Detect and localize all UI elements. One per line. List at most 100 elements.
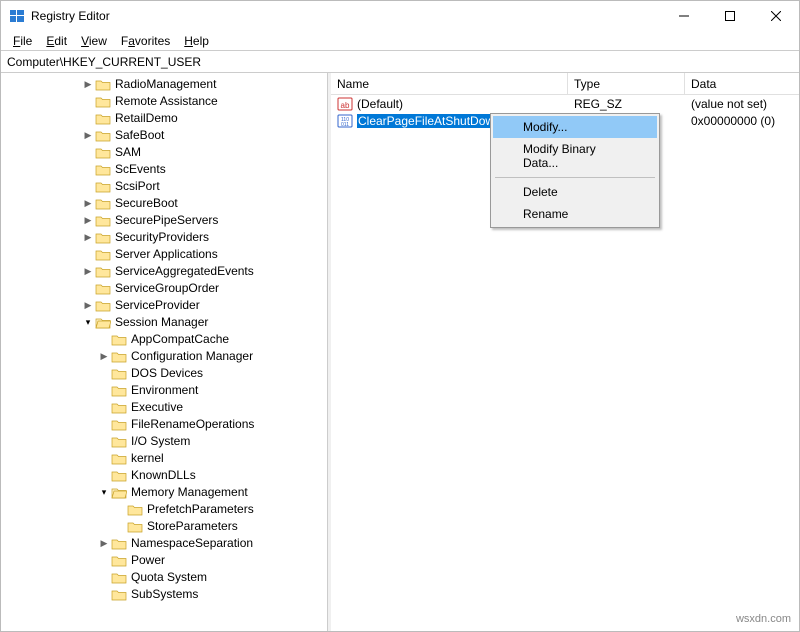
maximize-button[interactable] (707, 1, 753, 31)
folder-icon (111, 417, 127, 433)
tree-item[interactable]: ▶SecureBoot (1, 195, 327, 212)
value-row[interactable]: (Default)REG_SZ(value not set) (331, 95, 799, 112)
value-data-cell: 0x00000000 (0) (685, 114, 799, 128)
tree-item[interactable]: SAM (1, 144, 327, 161)
folder-open-icon (95, 315, 111, 331)
folder-icon (95, 111, 111, 127)
no-expand-icon (81, 248, 95, 262)
menu-help[interactable]: Help (178, 33, 215, 49)
tree-item-label: FileRenameOperations (131, 416, 254, 433)
tree-item[interactable]: KnownDLLs (1, 467, 327, 484)
address-bar[interactable]: Computer\HKEY_CURRENT_USER (1, 51, 799, 73)
tree-item-label: ServiceProvider (115, 297, 200, 314)
tree-item[interactable]: ▶ ServiceAggregatedEvents (1, 263, 327, 280)
expand-icon[interactable]: ▶ (81, 214, 95, 228)
column-header-data[interactable]: Data (685, 73, 799, 94)
ctx-rename[interactable]: Rename (493, 203, 657, 225)
ctx-delete[interactable]: Delete (493, 181, 657, 203)
menu-edit[interactable]: Edit (40, 33, 73, 49)
expand-icon[interactable]: ▶ (81, 265, 95, 279)
tree-item-label: Quota System (131, 569, 207, 586)
window-controls (661, 1, 799, 31)
values-header: Name Type Data (331, 73, 799, 95)
folder-icon (95, 77, 111, 93)
no-expand-icon (97, 554, 111, 568)
tree-pane[interactable]: ▶RadioManagementRemote AssistanceRetailD… (1, 73, 328, 631)
tree-item[interactable]: FileRenameOperations (1, 416, 327, 433)
folder-icon (127, 519, 143, 535)
folder-icon (111, 349, 127, 365)
tree-item[interactable]: ▾ Memory Management (1, 484, 327, 501)
menu-file[interactable]: File (7, 33, 38, 49)
tree-item-label: ScEvents (115, 161, 166, 178)
menu-favorites[interactable]: Favorites (115, 33, 176, 49)
folder-icon (111, 332, 127, 348)
tree-item[interactable]: Executive (1, 399, 327, 416)
tree-item-label: Server Applications (115, 246, 218, 263)
tree-item-label: Environment (131, 382, 198, 399)
tree-item[interactable]: ▶ ServiceProvider (1, 297, 327, 314)
close-button[interactable] (753, 1, 799, 31)
column-header-type[interactable]: Type (568, 73, 685, 94)
tree-item[interactable]: ScEvents (1, 161, 327, 178)
tree-item[interactable]: StoreParameters (1, 518, 327, 535)
tree-item[interactable]: Server Applications (1, 246, 327, 263)
tree-item[interactable]: ▾ Session Manager (1, 314, 327, 331)
folder-icon (95, 94, 111, 110)
expand-icon[interactable]: ▶ (81, 197, 95, 211)
tree-item[interactable]: AppCompatCache (1, 331, 327, 348)
values-pane[interactable]: Name Type Data (Default)REG_SZ(value not… (331, 73, 799, 631)
tree-item-label: Session Manager (115, 314, 208, 331)
value-name-cell: (Default) (331, 96, 568, 112)
folder-icon (95, 298, 111, 314)
tree-item[interactable]: DOS Devices (1, 365, 327, 382)
tree-item[interactable]: ▶SecurePipeServers (1, 212, 327, 229)
collapse-icon[interactable]: ▾ (81, 316, 95, 330)
tree-item[interactable]: SubSystems (1, 586, 327, 603)
expand-icon[interactable]: ▶ (81, 299, 95, 313)
tree-item[interactable]: ▶SecurityProviders (1, 229, 327, 246)
string-value-icon (337, 96, 353, 112)
collapse-icon[interactable]: ▾ (97, 486, 111, 500)
tree-item-label: ServiceAggregatedEvents (115, 263, 254, 280)
no-expand-icon (97, 435, 111, 449)
tree-item[interactable]: ▶SafeBoot (1, 127, 327, 144)
folder-icon (111, 587, 127, 603)
ctx-modify[interactable]: Modify... (493, 116, 657, 138)
tree-item[interactable]: Quota System (1, 569, 327, 586)
tree-item[interactable]: ScsiPort (1, 178, 327, 195)
tree-item[interactable]: RetailDemo (1, 110, 327, 127)
menu-view[interactable]: View (75, 33, 113, 49)
window-title: Registry Editor (31, 9, 110, 23)
ctx-modify-binary[interactable]: Modify Binary Data... (493, 138, 657, 174)
expand-icon[interactable]: ▶ (81, 231, 95, 245)
no-expand-icon (97, 384, 111, 398)
tree-item[interactable]: ▶RadioManagement (1, 76, 327, 93)
expand-icon[interactable]: ▶ (81, 78, 95, 92)
tree-item[interactable]: Environment (1, 382, 327, 399)
folder-icon (111, 536, 127, 552)
tree-item[interactable]: Power (1, 552, 327, 569)
folder-icon (95, 213, 111, 229)
tree-item[interactable]: PrefetchParameters (1, 501, 327, 518)
expand-icon[interactable]: ▶ (81, 129, 95, 143)
tree-item-label: Memory Management (131, 484, 248, 501)
column-header-name[interactable]: Name (331, 73, 568, 94)
tree-item[interactable]: Remote Assistance (1, 93, 327, 110)
expand-icon[interactable]: ▶ (97, 537, 111, 551)
minimize-button[interactable] (661, 1, 707, 31)
tree-item[interactable]: ▶Configuration Manager (1, 348, 327, 365)
expand-icon[interactable]: ▶ (97, 350, 111, 364)
context-menu: Modify... Modify Binary Data... Delete R… (490, 113, 660, 228)
watermark: wsxdn.com (736, 613, 791, 625)
tree-item[interactable]: kernel (1, 450, 327, 467)
tree-item-label: KnownDLLs (131, 467, 196, 484)
tree-item[interactable]: ServiceGroupOrder (1, 280, 327, 297)
content-area: ▶RadioManagementRemote AssistanceRetailD… (1, 73, 799, 631)
tree-item[interactable]: ▶NamespaceSeparation (1, 535, 327, 552)
folder-icon (95, 230, 111, 246)
folder-icon (111, 553, 127, 569)
tree-item[interactable]: I/O System (1, 433, 327, 450)
value-name-label: ClearPageFileAtShutDown (357, 114, 502, 128)
value-name-label: (Default) (357, 97, 403, 111)
